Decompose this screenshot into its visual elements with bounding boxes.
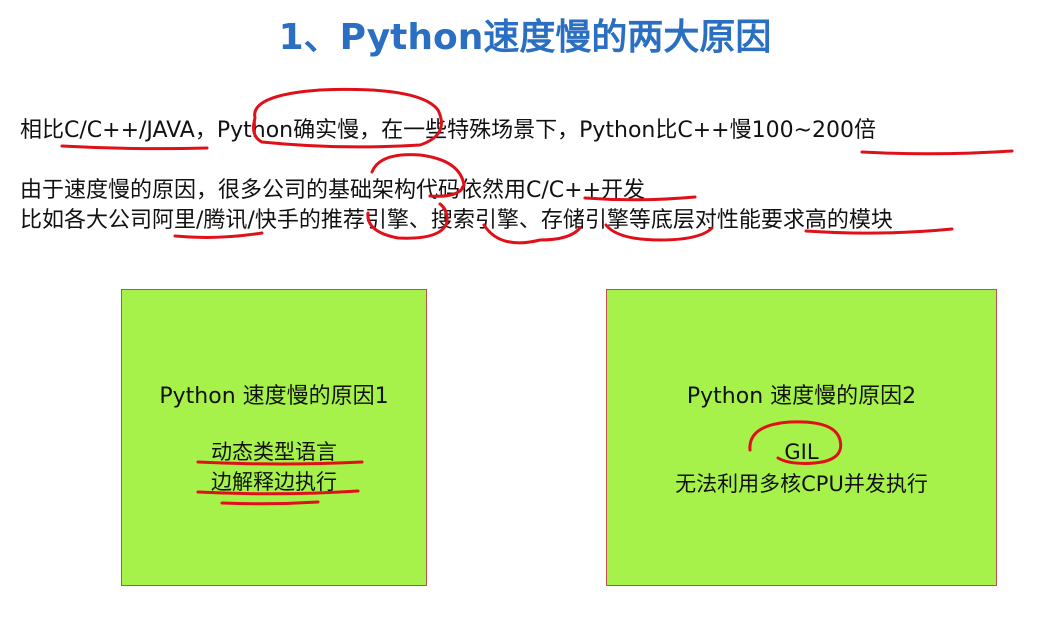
reason-box-2-item-2: 无法利用多核CPU并发执行 [675,472,928,496]
reason-box-1: Python 速度慢的原因1 动态类型语言 边解释边执行 [121,289,427,586]
underline-100-200 [860,149,1014,156]
reason-box-1-heading: Python 速度慢的原因1 [159,384,389,409]
reason-box-1-item-2: 边解释边执行 [211,470,337,494]
reason-box-2-heading: Python 速度慢的原因2 [686,384,917,409]
text-line-3: 比如各大公司阿里/腾讯/快手的推荐引擎、搜索引擎、存储引擎等底层对性能要求高的模… [20,208,893,233]
slide-title: 1、Python速度慢的两大原因 [278,17,772,58]
reason-box-2: Python 速度慢的原因2 GIL 无法利用多核CPU并发执行 [606,289,997,586]
reason-box-2-item-1: GIL [784,440,819,464]
text-line-2: 由于速度慢的原因，很多公司的基础架构代码依然用C/C++开发 [20,178,646,203]
reason-box-1-item-1: 动态类型语言 [211,440,337,464]
underline-java [60,144,209,151]
text-line-1: 相比C/C++/JAVA，Python确实慢，在一些特殊场景下，Python比C… [20,118,877,143]
